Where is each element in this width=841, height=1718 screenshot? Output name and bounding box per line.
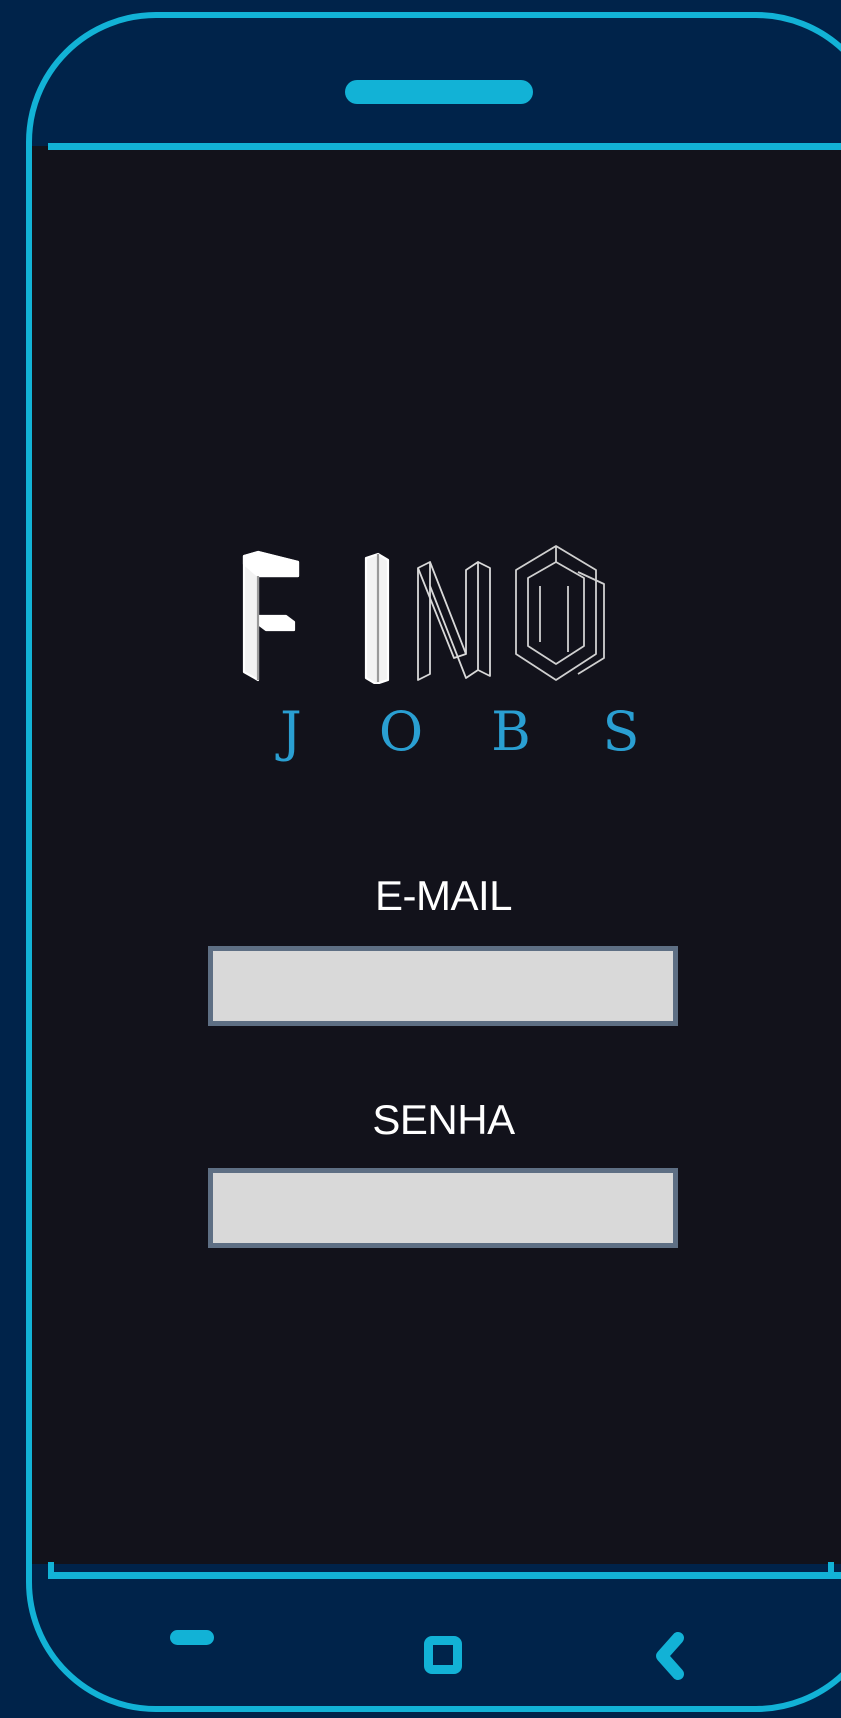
screen-top-border (48, 143, 841, 150)
password-field[interactable] (208, 1168, 678, 1248)
logo-letter-i (364, 552, 390, 684)
find-jobs-logo (242, 545, 605, 684)
logo-sub-letter: B (491, 700, 533, 763)
screen-bottom-corner-right (828, 1562, 834, 1578)
logo-letter-n (417, 561, 491, 681)
logo-letter-f (242, 550, 300, 682)
home-icon[interactable] (424, 1636, 462, 1674)
logo-letter-d (515, 545, 605, 681)
logo-sub-letter: S (602, 700, 642, 763)
recents-icon[interactable] (170, 1630, 214, 1645)
email-field[interactable] (208, 946, 678, 1026)
phone-mockup: J O B S E-MAIL SENHA (0, 0, 841, 1718)
phone-speaker (345, 80, 533, 104)
logo-subtitle: J O B S (262, 700, 652, 763)
screen-bottom-corner-left (48, 1562, 54, 1578)
logo-sub-letter: O (378, 700, 426, 763)
email-label: E-MAIL (374, 872, 513, 919)
phone-screen (32, 146, 841, 1564)
logo-sub-letter: J (280, 700, 304, 763)
back-icon[interactable] (648, 1632, 688, 1680)
screen-bottom-border (48, 1572, 841, 1579)
password-label: SENHA (372, 1096, 515, 1143)
